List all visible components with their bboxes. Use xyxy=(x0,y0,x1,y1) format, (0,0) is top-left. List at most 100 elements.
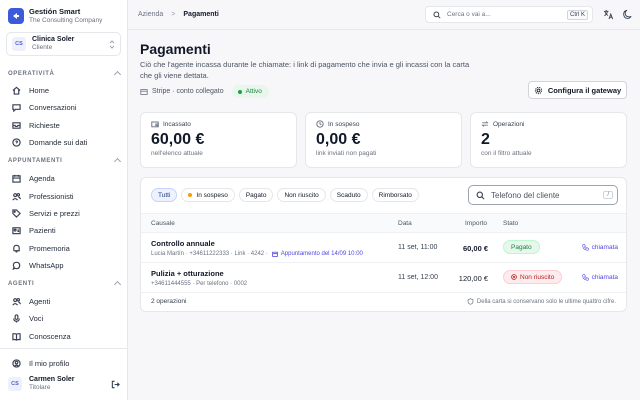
chevron-updown-icon xyxy=(109,39,115,49)
status-badge: Pagato xyxy=(503,240,540,254)
stat-card-value: 0,00 € xyxy=(316,131,361,148)
stat-card-sub: link inviati non pagati xyxy=(316,150,377,157)
filter-chip-non-riuscito[interactable]: Non riuscito xyxy=(277,188,326,202)
transfer-icon xyxy=(481,121,489,127)
filter-chip-label: In sospeso xyxy=(196,191,228,199)
stripe-status-text: Stripe · conto collegato xyxy=(152,88,224,95)
table-row[interactable]: Pulizia + otturazione +34611444555 · Per… xyxy=(141,263,626,293)
status-badge-label: Attivo xyxy=(245,88,262,95)
calendar-icon xyxy=(12,174,21,183)
id-card-icon xyxy=(12,226,21,234)
sidebar: Gestión Smart The Consulting Company CS … xyxy=(0,0,128,400)
row-amount: 60,00 € xyxy=(462,244,488,253)
translate-icon[interactable] xyxy=(603,9,614,20)
call-link[interactable]: chiamata xyxy=(582,244,618,251)
question-chat-icon xyxy=(12,137,21,147)
page-description: Ciò che l'agente incassa durante le chia… xyxy=(140,60,470,80)
logout-icon[interactable] xyxy=(111,380,120,389)
sidebar-item-promemoria[interactable]: Promemoria xyxy=(12,241,122,255)
filter-chip-tutti[interactable]: Tutti xyxy=(151,188,178,202)
brand[interactable]: Gestión Smart The Consulting Company xyxy=(8,7,102,25)
client-role: Cliente xyxy=(32,44,53,51)
x-circle-icon xyxy=(511,274,517,280)
users-icon xyxy=(12,192,21,200)
table-row[interactable]: Controllo annuale Lucia Martín · +346112… xyxy=(141,233,626,263)
table-header: Causale Data Importo Stato xyxy=(141,213,626,233)
status-badge: Non riuscito xyxy=(503,270,563,284)
sidebar-item-whatsapp[interactable]: WhatsApp xyxy=(12,258,122,272)
wallet-icon xyxy=(151,121,159,128)
breadcrumb-separator: > xyxy=(171,11,176,18)
stat-card-in-sospeso: In sospeso 0,00 € link inviati non pagat… xyxy=(305,112,462,168)
search-icon xyxy=(433,10,441,19)
client-switcher[interactable]: CS Clinica Soler Cliente xyxy=(6,32,121,56)
call-link[interactable]: chiamata xyxy=(582,274,618,281)
filter-chip-pagato[interactable]: Pagato xyxy=(238,188,274,202)
section-operativita-label: OPERATIVITÀ xyxy=(8,71,55,77)
column-header-cause: Causale xyxy=(151,220,175,227)
topbar: Azienda > Pagamenti Cerca o vai a... Ctr… xyxy=(128,0,640,30)
section-agenti-label: AGENTI xyxy=(8,281,35,287)
column-header-status: Stato xyxy=(503,220,519,227)
moon-icon[interactable] xyxy=(622,9,633,20)
stat-card-sub: con il filtro attuale xyxy=(481,150,532,157)
sidebar-item-conoscenza[interactable]: Conoscenza xyxy=(12,329,122,343)
filter-chip-in-sospeso[interactable]: In sospeso xyxy=(181,188,235,202)
configure-gateway-label: Configura il gateway xyxy=(547,85,622,95)
bell-icon xyxy=(13,244,20,253)
phone-search[interactable]: Telefono del cliente / xyxy=(468,185,618,205)
stat-card-label: In sospeso xyxy=(328,120,360,128)
sidebar-item-richieste[interactable]: Richieste xyxy=(12,118,122,132)
card-privacy-note-text: Della carta si conservano solo le ultime… xyxy=(476,298,616,305)
phone-icon xyxy=(582,244,589,251)
payments-panel: Tutti In sospeso Pagato Non riuscito Sca… xyxy=(140,177,627,312)
phone-search-input[interactable]: Telefono del cliente xyxy=(491,191,603,200)
row-meta: Lucia Martín · +34611222333 · Link · 424… xyxy=(151,251,363,257)
appointment-link[interactable]: Appuntamento del 14/09 10:00 xyxy=(272,251,363,257)
sidebar-item-servizi[interactable]: Servizi e prezzi xyxy=(12,206,122,220)
sidebar-item-professionisti[interactable]: Professionisti xyxy=(12,189,122,203)
calendar-icon xyxy=(272,251,278,257)
row-date: 11 set, 11:00 xyxy=(398,244,438,251)
sidebar-item-label: Richieste xyxy=(29,120,60,130)
status-badge: Attivo xyxy=(231,85,269,98)
client-name: Clinica Soler xyxy=(32,36,75,43)
search-shortcut: Ctrl K xyxy=(567,9,588,20)
section-operativita[interactable]: OPERATIVITÀ xyxy=(8,70,122,78)
filter-chip-scaduto[interactable]: Scaduto xyxy=(329,188,368,202)
user-name: Carmen Soler xyxy=(29,376,75,383)
user-avatar: CS xyxy=(8,377,22,391)
breadcrumb: Azienda > Pagamenti xyxy=(138,11,219,18)
sidebar-item-label: Agenda xyxy=(29,173,55,183)
sidebar-item-profilo[interactable]: Il mio profilo xyxy=(12,356,122,370)
sidebar-item-label: Conversazioni xyxy=(29,102,77,112)
chevron-up-icon xyxy=(113,280,122,288)
search-icon xyxy=(476,191,485,199)
breadcrumb-parent[interactable]: Azienda xyxy=(138,11,163,18)
filter-chip-rimborsato[interactable]: Rimborsato xyxy=(371,188,419,202)
sidebar-item-domande[interactable]: Domande sui dati xyxy=(12,135,122,149)
filter-chip-label: Non riuscito xyxy=(284,191,319,199)
row-date: 11 set, 12:00 xyxy=(398,274,438,281)
stat-card-label: Incassato xyxy=(163,120,191,128)
search-input[interactable]: Cerca o vai a... xyxy=(447,11,567,18)
sidebar-item-label: Agenti xyxy=(29,296,51,306)
brand-subtitle: The Consulting Company xyxy=(29,17,103,24)
row-meta: +34611444555 · Per telefono · 0002 xyxy=(151,281,247,287)
sidebar-item-agenti[interactable]: Agenti xyxy=(12,294,122,308)
sidebar-item-conversazioni[interactable]: Conversazioni xyxy=(12,100,122,114)
tag-icon xyxy=(12,208,21,218)
sidebar-item-agenda[interactable]: Agenda xyxy=(12,171,122,185)
filter-chip-label: Tutti xyxy=(158,191,171,199)
appointment-label: Appuntamento del 14/09 10:00 xyxy=(280,251,363,257)
configure-gateway-button[interactable]: Configura il gateway xyxy=(528,81,627,99)
sidebar-item-voci[interactable]: Voci xyxy=(12,311,122,325)
section-agenti[interactable]: AGENTI xyxy=(8,280,122,288)
home-icon xyxy=(12,86,21,95)
sidebar-item-home[interactable]: Home xyxy=(12,83,122,97)
global-search[interactable]: Cerca o vai a... Ctrl K xyxy=(425,6,593,23)
sidebar-item-label: Servizi e prezzi xyxy=(29,208,80,218)
section-appuntamenti[interactable]: APPUNTAMENTI xyxy=(8,157,122,165)
user-account[interactable]: CS Carmen Soler Titolare xyxy=(8,376,120,392)
sidebar-item-pazienti[interactable]: Pazienti xyxy=(12,223,122,237)
